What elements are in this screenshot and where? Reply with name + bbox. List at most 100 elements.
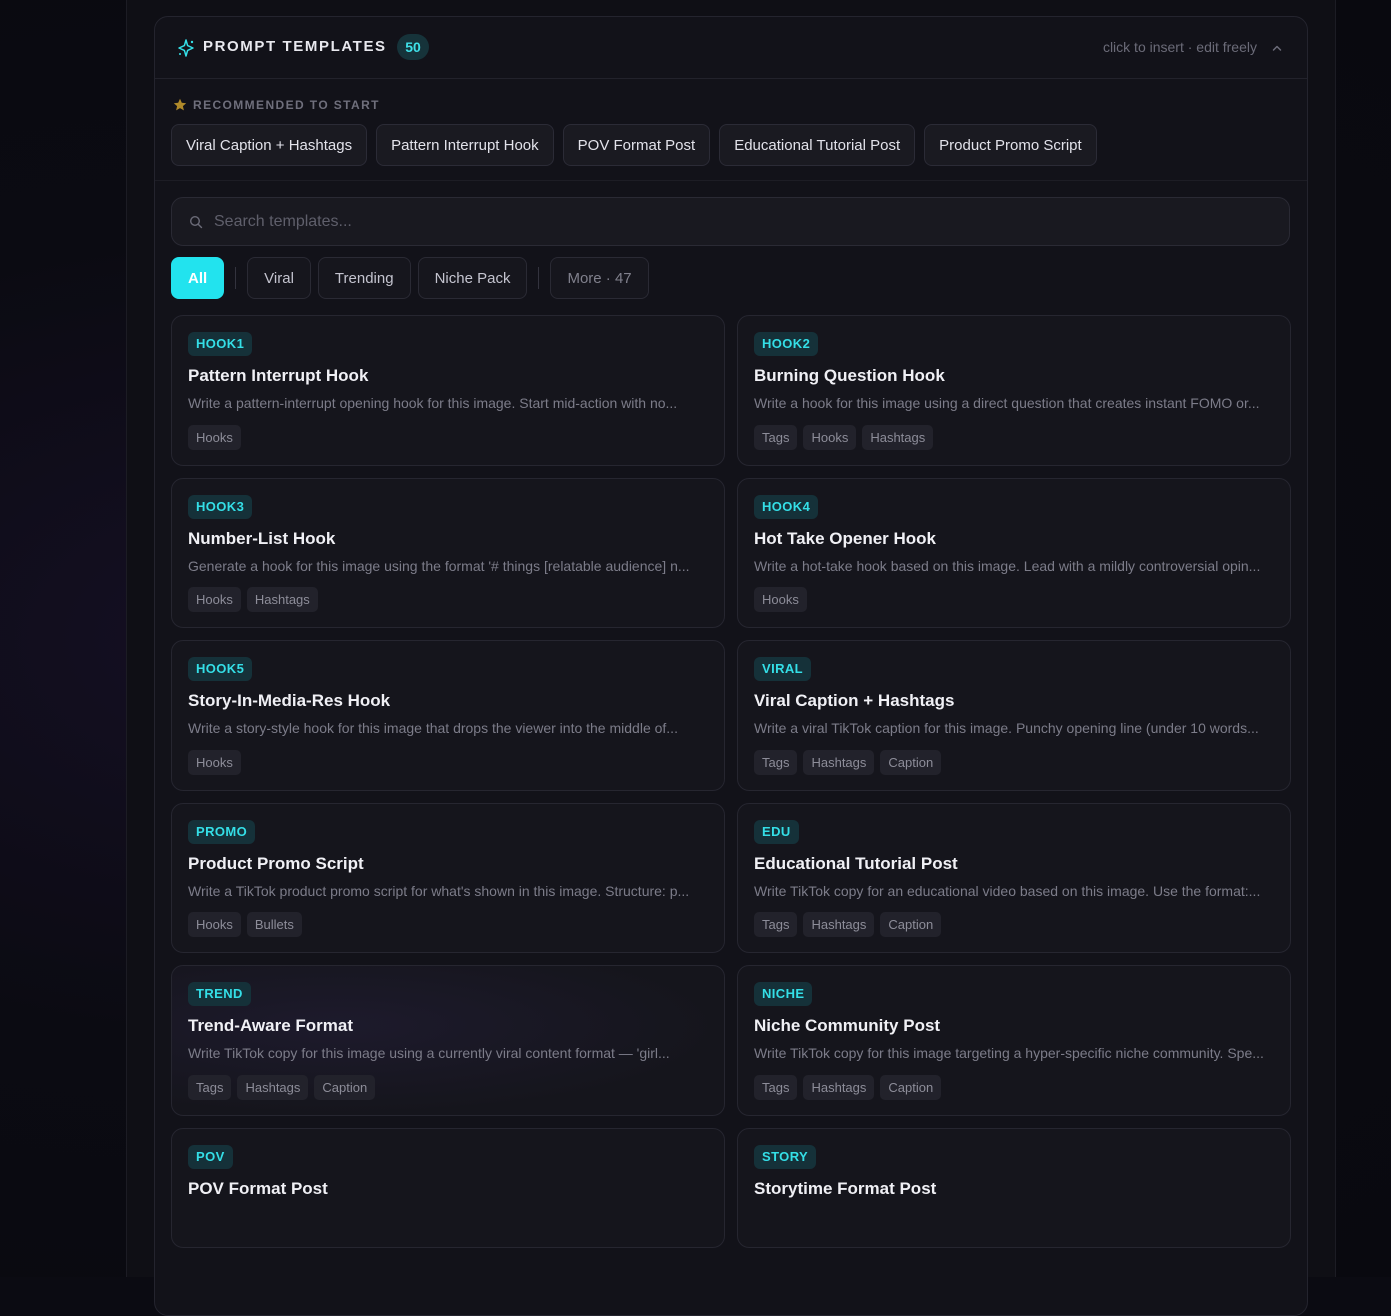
template-tags: Tags Hashtags Caption (754, 749, 1274, 775)
search-input[interactable] (214, 198, 1274, 245)
template-card[interactable]: HOOK4 Hot Take Opener Hook Write a hot-t… (737, 477, 1291, 628)
template-title: Pattern Interrupt Hook (188, 366, 369, 385)
template-title: Trend-Aware Format (188, 1016, 354, 1035)
template-id-badge: NICHE (754, 982, 813, 1006)
template-grid: HOOK1 Pattern Interrupt Hook Write a pat… (171, 315, 1291, 1248)
template-id-badge: PROMO (188, 819, 256, 844)
search-box (171, 197, 1290, 246)
tag: Hashtags (803, 912, 875, 937)
template-description: Write a story-style hook for this image … (188, 720, 678, 736)
template-id-badge: HOOK3 (188, 494, 253, 519)
template-card[interactable]: HOOK5 Story-In-Media-Res Hook Write a st… (171, 640, 725, 791)
tag: Tags (188, 1074, 232, 1100)
template-id-badge: HOOK1 (188, 332, 253, 356)
tag: Caption (880, 749, 942, 775)
template-tags: Tags Hooks Hashtags (754, 424, 1274, 450)
template-title: Viral Caption + Hashtags (754, 691, 955, 710)
template-title: Educational Tutorial Post (754, 853, 958, 873)
tab-niche-pack[interactable]: Niche Pack (417, 257, 528, 299)
template-title: POV Format Post (188, 1178, 328, 1198)
template-count-badge: 50 (397, 34, 429, 60)
tag: Hashtags (237, 1074, 309, 1100)
tag: Caption (880, 912, 942, 937)
template-description: Write TikTok copy for this image targeti… (754, 1045, 1264, 1061)
tag: Bullets (246, 912, 302, 937)
template-tags: Hooks Bullets (188, 912, 708, 937)
star-icon (173, 98, 187, 111)
prompt-templates-panel: PROMPT TEMPLATES 50 click to insert · ed… (154, 16, 1308, 1316)
template-id-badge: HOOK2 (754, 332, 819, 356)
template-card[interactable]: NICHE Niche Community Post Write TikTok … (737, 965, 1291, 1116)
template-id-badge: HOOK4 (754, 494, 819, 519)
template-id-badge: POV (188, 1144, 233, 1169)
template-title: Storytime Format Post (754, 1178, 937, 1198)
recommended-chips: Viral Caption + Hashtags Pattern Interru… (171, 124, 1097, 166)
chevron-up-icon[interactable] (1271, 42, 1283, 54)
template-title: Product Promo Script (188, 853, 364, 873)
recommended-chip[interactable]: POV Format Post (562, 124, 711, 166)
template-id-badge: STORY (754, 1144, 817, 1169)
template-description: Write a pattern-interrupt opening hook f… (188, 395, 678, 411)
recommended-chip[interactable]: Educational Tutorial Post (719, 124, 916, 166)
recommended-chip[interactable]: Viral Caption + Hashtags (171, 124, 368, 166)
template-description: Write a viral TikTok caption for this im… (754, 720, 1259, 736)
sparkle-icon (178, 39, 194, 57)
recommended-chip[interactable]: Product Promo Script (924, 124, 1097, 166)
tag: Hooks (803, 424, 857, 450)
template-tags: Tags Hashtags Caption (188, 1074, 708, 1100)
template-title: Hot Take Opener Hook (754, 528, 936, 548)
tag: Hooks (754, 587, 807, 612)
template-id-badge: VIRAL (754, 657, 811, 681)
tab-all[interactable]: All (171, 257, 225, 299)
filter-divider (538, 267, 540, 289)
tag: Hashtags (862, 424, 934, 450)
search-icon (189, 215, 203, 229)
tab-viral[interactable]: Viral (247, 257, 311, 299)
template-tags: Hooks (754, 587, 1274, 612)
template-id-badge: HOOK5 (188, 657, 253, 681)
tag: Hashtags (246, 587, 318, 612)
tag: Tags (754, 749, 798, 775)
template-id-badge: EDU (754, 819, 799, 844)
tag: Hooks (188, 912, 241, 937)
template-description: Write a TikTok product promo script for … (188, 882, 690, 899)
template-card[interactable]: HOOK3 Number-List Hook Generate a hook f… (171, 477, 725, 628)
template-tags: Tags Hashtags Caption (754, 912, 1274, 937)
template-card[interactable]: POV POV Format Post (171, 1127, 725, 1248)
template-tags: Tags Hashtags Caption (754, 1074, 1274, 1100)
template-title: Burning Question Hook (754, 366, 945, 385)
tag: Hashtags (803, 749, 875, 775)
template-description: Write a hot-take hook based on this imag… (754, 557, 1261, 574)
tab-trending[interactable]: Trending (317, 257, 411, 299)
template-card[interactable]: EDU Educational Tutorial Post Write TikT… (737, 802, 1291, 953)
template-tags: Hooks (188, 424, 708, 450)
recommended-chip[interactable]: Pattern Interrupt Hook (376, 124, 554, 166)
template-card[interactable]: STORY Storytime Format Post (737, 1127, 1291, 1248)
template-card[interactable]: PROMO Product Promo Script Write a TikTo… (171, 802, 725, 953)
panel-title: PROMPT TEMPLATES (203, 38, 387, 55)
template-description: Write TikTok copy for this image using a… (188, 1045, 670, 1061)
template-card[interactable]: HOOK2 Burning Question Hook Write a hook… (737, 315, 1291, 466)
template-title: Niche Community Post (754, 1016, 941, 1035)
tag: Hooks (188, 749, 241, 775)
tab-more[interactable]: More · 47 (550, 257, 649, 299)
template-tags: Hooks (188, 749, 708, 775)
panel-hint: click to insert · edit freely (1102, 39, 1257, 55)
recommended-section: RECOMMENDED TO START Viral Caption + Has… (155, 79, 1307, 181)
tag: Tags (754, 1074, 798, 1100)
template-id-badge: TREND (188, 982, 251, 1006)
tag: Hashtags (803, 1074, 875, 1100)
tag: Caption (880, 1074, 942, 1100)
template-card[interactable]: TREND Trend-Aware Format Write TikTok co… (171, 965, 725, 1116)
template-title: Story-In-Media-Res Hook (188, 691, 391, 710)
template-description: Generate a hook for this image using the… (188, 557, 690, 574)
tag: Tags (754, 912, 798, 937)
tag: Tags (754, 424, 798, 450)
template-card[interactable]: VIRAL Viral Caption + Hashtags Write a v… (737, 640, 1291, 791)
tag: Hooks (188, 424, 241, 450)
template-description: Write a hook for this image using a dire… (754, 395, 1260, 411)
panel-header[interactable]: PROMPT TEMPLATES 50 click to insert · ed… (155, 17, 1307, 79)
template-card[interactable]: HOOK1 Pattern Interrupt Hook Write a pat… (171, 315, 725, 466)
recommended-label: RECOMMENDED TO START (193, 98, 380, 112)
template-description: Write TikTok copy for an educational vid… (754, 882, 1261, 899)
